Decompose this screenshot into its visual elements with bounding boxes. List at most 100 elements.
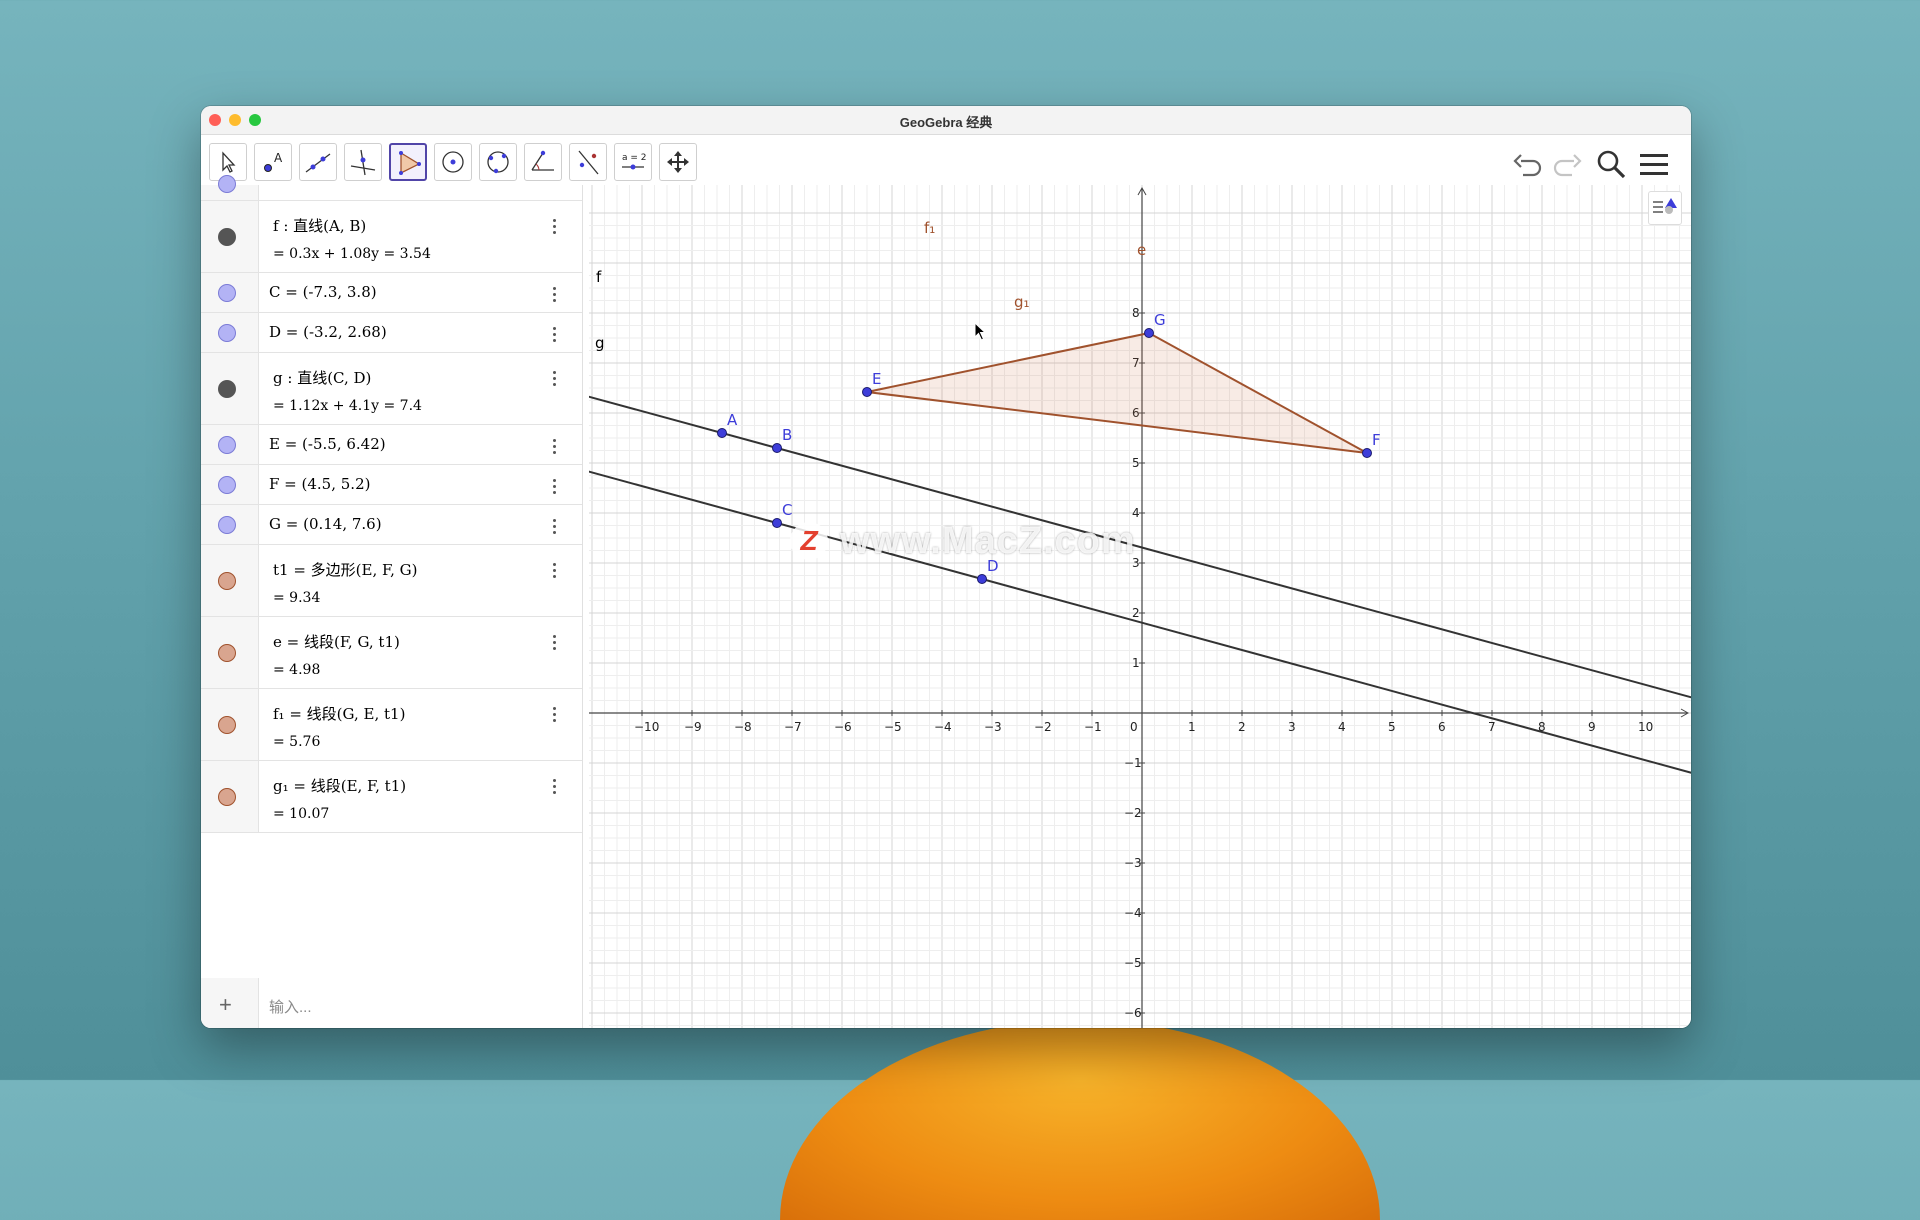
x-tick-label: −5: [884, 720, 902, 734]
visibility-toggle[interactable]: [218, 380, 236, 398]
algebra-definition[interactable]: F = (4.5, 5.2): [269, 475, 370, 493]
mouse-cursor-icon: [974, 322, 987, 341]
algebra-input-row[interactable]: + 输入...: [201, 978, 582, 1028]
y-tick-label: −6: [1124, 1006, 1142, 1020]
algebra-definition[interactable]: f : 直线(A, B): [273, 215, 366, 236]
algebra-row-g1[interactable]: g₁ = 线段(E, F, t1) = 10.07: [201, 761, 582, 833]
polygon-tool-button[interactable]: [389, 143, 427, 181]
visibility-toggle[interactable]: [218, 436, 236, 454]
more-options-icon[interactable]: [553, 371, 557, 389]
visibility-toggle[interactable]: [218, 228, 236, 246]
y-tick-label: −1: [1124, 756, 1142, 770]
algebra-definition[interactable]: t1 = 多边形(E, F, G): [273, 559, 417, 580]
x-tick-label: 1: [1188, 720, 1196, 734]
redo-button[interactable]: [1550, 147, 1584, 181]
more-options-icon[interactable]: [553, 563, 557, 581]
line-icon: [305, 153, 331, 173]
y-tick-label: −3: [1124, 856, 1142, 870]
algebra-row-C[interactable]: C = (-7.3, 3.8): [201, 273, 582, 313]
algebra-row-F[interactable]: F = (4.5, 5.2): [201, 465, 582, 505]
point-label-C: C: [782, 501, 792, 519]
visibility-toggle[interactable]: [218, 284, 236, 302]
algebra-definition[interactable]: f₁ = 线段(G, E, t1): [273, 703, 405, 724]
algebra-value: = 5.76: [273, 734, 321, 750]
slider-label: a = 2: [622, 153, 647, 163]
point-label-F: F: [1372, 431, 1381, 449]
algebra-definition[interactable]: g₁ = 线段(E, F, t1): [273, 775, 406, 796]
point-icon: A: [264, 151, 283, 172]
more-options-icon[interactable]: [553, 219, 557, 237]
algebra-definition[interactable]: E = (-5.5, 6.42): [269, 435, 386, 453]
reflect-tool-button[interactable]: [569, 143, 607, 181]
y-tick-label: 2: [1132, 606, 1140, 620]
algebra-row-e[interactable]: e = 线段(F, G, t1) = 4.98: [201, 617, 582, 689]
algebra-row-g[interactable]: g : 直线(C, D) = 1.12x + 4.1y = 7.4: [201, 353, 582, 425]
toolbar: A a = 2: [201, 135, 1691, 185]
menu-icon: [1640, 154, 1668, 175]
y-tick-label: −5: [1124, 956, 1142, 970]
x-tick-label: 7: [1488, 720, 1496, 734]
more-options-icon[interactable]: [553, 287, 557, 305]
more-options-icon[interactable]: [553, 479, 557, 497]
x-tick-label: −3: [984, 720, 1002, 734]
main-menu-button[interactable]: [1637, 147, 1671, 181]
watermark-text: www.MacZ.com: [840, 520, 1136, 562]
y-tick-label: −2: [1124, 806, 1142, 820]
circle-through-points-tool-button[interactable]: [479, 143, 517, 181]
point-C: [772, 518, 782, 528]
visibility-toggle[interactable]: [218, 572, 236, 590]
add-icon[interactable]: +: [219, 992, 232, 1018]
algebra-row-f1[interactable]: f₁ = 线段(G, E, t1) = 5.76: [201, 689, 582, 761]
more-options-icon[interactable]: [553, 635, 557, 653]
point-tool-button[interactable]: A: [254, 143, 292, 181]
x-tick-label: 6: [1438, 720, 1446, 734]
more-options-icon[interactable]: [553, 439, 557, 457]
move-graphics-tool-button[interactable]: [659, 143, 697, 181]
visibility-toggle[interactable]: [218, 324, 236, 342]
algebra-input[interactable]: 输入...: [269, 996, 312, 1017]
graphics-canvas[interactable]: −10−9−8−7−6−5−4−3−2−10123456789108765432…: [589, 185, 1691, 1028]
graphics-view[interactable]: −10−9−8−7−6−5−4−3−2−10123456789108765432…: [589, 185, 1691, 1028]
x-tick-label: 4: [1338, 720, 1346, 734]
algebra-definition[interactable]: D = (-3.2, 2.68): [269, 323, 387, 341]
more-options-icon[interactable]: [553, 519, 557, 537]
algebra-definition[interactable]: C = (-7.3, 3.8): [269, 283, 377, 301]
y-tick-label: −4: [1124, 906, 1142, 920]
visibility-toggle[interactable]: [218, 516, 236, 534]
algebra-definition[interactable]: e = 线段(F, G, t1): [273, 631, 400, 652]
visibility-toggle[interactable]: [218, 175, 236, 193]
more-options-icon[interactable]: [553, 779, 557, 797]
visibility-toggle[interactable]: [218, 716, 236, 734]
visibility-toggle[interactable]: [218, 476, 236, 494]
algebra-row-E[interactable]: E = (-5.5, 6.42): [201, 425, 582, 465]
geogebra-window: GeoGebra 经典 A a = 2 f: 直线(A, B) = 0.3x …: [201, 106, 1691, 1028]
algebra-row-D[interactable]: D = (-3.2, 2.68): [201, 313, 582, 353]
perpendicular-icon: [350, 149, 376, 176]
more-options-icon[interactable]: [553, 327, 557, 345]
undo-button[interactable]: [1511, 147, 1545, 181]
visibility-toggle[interactable]: [218, 788, 236, 806]
point-B: [772, 443, 782, 453]
search-button[interactable]: [1594, 147, 1628, 181]
circle-tool-button[interactable]: [434, 143, 472, 181]
algebra-definition[interactable]: g : 直线(C, D): [273, 367, 371, 388]
point-A: [717, 428, 727, 438]
algebra-value: = 0.3x + 1.08y = 3.54: [273, 246, 431, 262]
line-tool-button[interactable]: [299, 143, 337, 181]
visibility-toggle[interactable]: [218, 644, 236, 662]
point-E: [862, 387, 872, 397]
cursor-arrow-icon: [222, 151, 236, 173]
slider-tool-button[interactable]: a = 2: [614, 143, 652, 181]
angle-icon: [531, 150, 554, 171]
x-tick-label: −9: [684, 720, 702, 734]
algebra-definition[interactable]: G = (0.14, 7.6): [269, 515, 382, 533]
algebra-row-G[interactable]: G = (0.14, 7.6): [201, 505, 582, 545]
point-label-B: B: [782, 426, 792, 444]
algebra-row-f[interactable]: f : 直线(A, B) = 0.3x + 1.08y = 3.54: [201, 201, 582, 273]
perpendicular-line-tool-button[interactable]: [344, 143, 382, 181]
x-tick-label: 10: [1638, 720, 1653, 734]
graphics-style-button[interactable]: [1648, 191, 1682, 225]
algebra-row-t1[interactable]: t1 = 多边形(E, F, G) = 9.34: [201, 545, 582, 617]
more-options-icon[interactable]: [553, 707, 557, 725]
angle-tool-button[interactable]: [524, 143, 562, 181]
